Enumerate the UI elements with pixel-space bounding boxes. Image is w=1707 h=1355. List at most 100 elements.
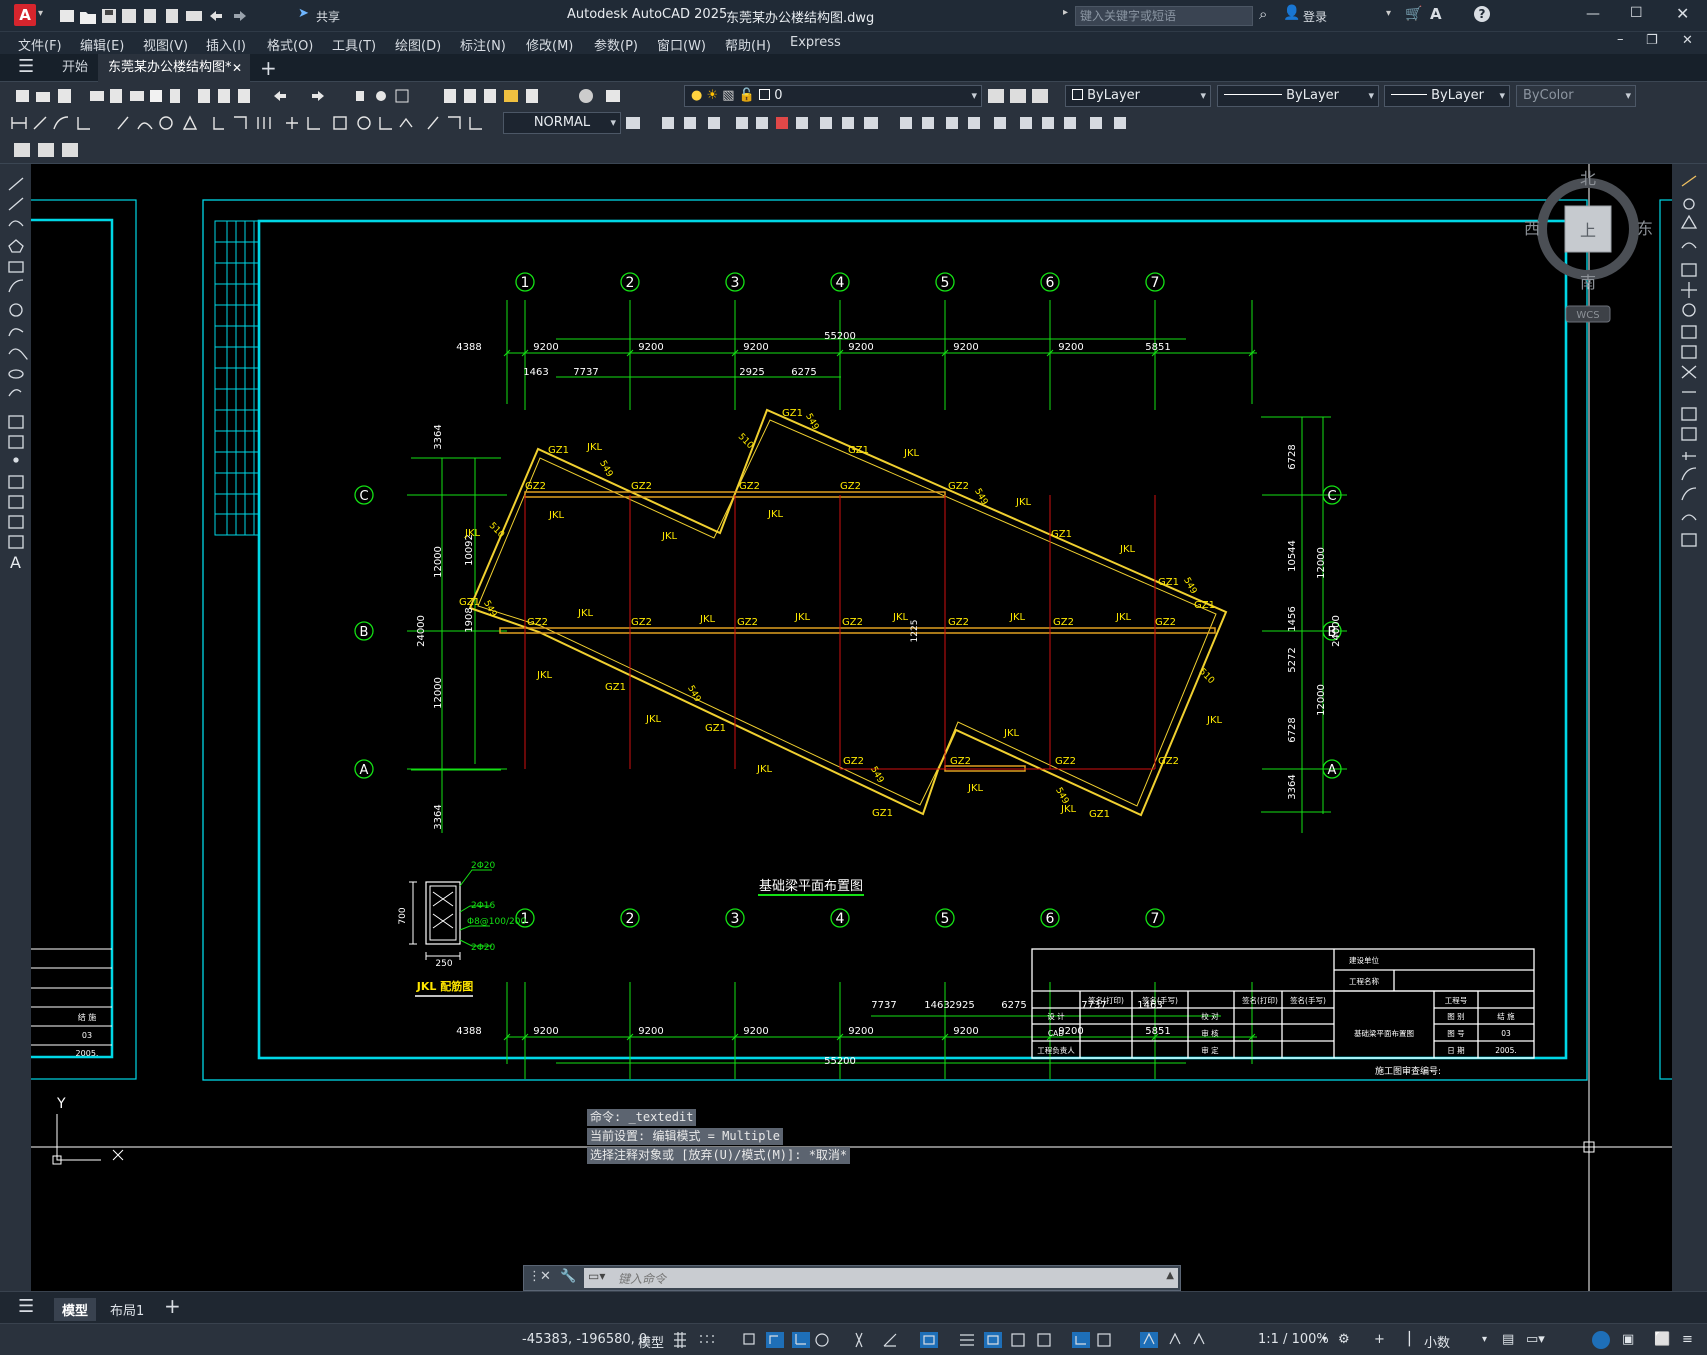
tb-approve: 审 定: [1201, 1045, 1219, 1055]
command-history-arrow-icon[interactable]: ▲: [1166, 1270, 1174, 1281]
menu-file[interactable]: 文件(F): [18, 35, 62, 54]
menu-insert[interactable]: 插入(I): [206, 35, 246, 54]
doc-close-button[interactable]: ✕: [1682, 33, 1693, 48]
settings-gear-icon[interactable]: ⚙: [1338, 1332, 1350, 1347]
command-prompt-icon[interactable]: ▭▾: [588, 1269, 605, 1283]
maximize-button[interactable]: ☐: [1630, 5, 1643, 21]
fullscreen-icon[interactable]: ⬜: [1654, 1332, 1670, 1347]
doc-minimize-button[interactable]: –: [1617, 32, 1624, 47]
plus-icon[interactable]: +: [1374, 1332, 1385, 1347]
dim-top2-2: 2925: [739, 367, 764, 378]
plotstyle-dropdown[interactable]: ByColor ▾: [1516, 85, 1636, 107]
tab-model[interactable]: 模型: [54, 1298, 97, 1321]
menu-modify[interactable]: 修改(M): [526, 35, 573, 54]
menu-help[interactable]: 帮助(H): [725, 35, 771, 54]
cart-icon[interactable]: 🛒: [1405, 6, 1422, 22]
login-dropdown-icon[interactable]: ▾: [1386, 8, 1391, 19]
menu-format[interactable]: 格式(O): [267, 35, 313, 54]
tb-check: 校 对: [1201, 1011, 1219, 1021]
menu-parametric[interactable]: 参数(P): [594, 35, 638, 54]
drawing-svg[interactable]: 结 施 03 2005. 11223344556677C CB BA A4388438…: [9, 164, 1701, 1291]
lineweight-dropdown[interactable]: ByLayer ▾: [1384, 85, 1510, 107]
share-button[interactable]: 共享: [316, 8, 340, 25]
jkl-label-14: JKL: [1003, 728, 1020, 739]
draw-toolbar-icons[interactable]: A: [0, 164, 31, 634]
login-button[interactable]: 登录: [1303, 8, 1327, 25]
tab-close-icon[interactable]: ✕: [232, 54, 242, 82]
command-history-line-1: 命令: _textedit: [587, 1109, 697, 1126]
linetype-dropdown[interactable]: ByLayer ▾: [1217, 85, 1379, 107]
dim-left-0: 3364: [433, 424, 444, 449]
command-input[interactable]: ▭▾ 键入命令 ▲: [584, 1268, 1178, 1288]
layout-menu-icon[interactable]: ☰: [18, 1296, 34, 1317]
section-mid-rebar: 2Φ16: [471, 901, 496, 911]
menu-draw[interactable]: 绘图(D): [395, 35, 441, 54]
modify-toolbar-icons[interactable]: [624, 113, 1144, 133]
dimstyle-dropdown[interactable]: NORMAL ▾: [503, 112, 621, 134]
dim-bottom2-0: 7737: [871, 1000, 896, 1011]
tab-document[interactable]: 东莞某办公楼结构图* ✕: [98, 54, 250, 82]
autocad-logo[interactable]: A: [14, 4, 36, 26]
tb-sign-hand-1: 签名(手写): [1142, 995, 1178, 1005]
tab-start[interactable]: 开始: [52, 54, 98, 82]
units-value[interactable]: 小数: [1424, 1332, 1450, 1351]
isolate-icon[interactable]: [1592, 1331, 1610, 1349]
units-dropdown-icon[interactable]: ▾: [1482, 1334, 1487, 1345]
dim-right-0: 6728: [1287, 444, 1298, 469]
axis-label-5: 5: [941, 911, 950, 927]
hamburger-menu-icon[interactable]: ☰: [18, 56, 34, 77]
extra-toolbar-icons[interactable]: [12, 140, 82, 160]
add-layout-plus-icon[interactable]: +: [164, 1294, 181, 1318]
dim-top-4: 9200: [848, 342, 873, 353]
command-close-icon[interactable]: ✕: [540, 1269, 551, 1284]
cursor-coordinates[interactable]: -45383, -196580, 0: [522, 1332, 647, 1347]
lock-icon: 🔓: [738, 88, 755, 103]
modify-toolbar-icons-right[interactable]: [1672, 164, 1707, 584]
tab-layout1[interactable]: 布局1: [102, 1298, 152, 1321]
standard-toolbar: ● ☀ ▧ 🔓 0 ▾ ByLayer ▾ ByLayer ▾ ByLayer …: [0, 82, 1707, 110]
color-dropdown[interactable]: ByLayer ▾: [1065, 85, 1211, 107]
dim-bottom2-2: 2925: [949, 1000, 974, 1011]
annotation-scale[interactable]: 1:1 / 100%: [1258, 1332, 1329, 1347]
model-space-button[interactable]: 模型: [638, 1332, 664, 1351]
standard-toolbar-icons[interactable]: [6, 86, 656, 106]
label-11: GZ1: [872, 808, 893, 819]
new-tab-plus-icon[interactable]: +: [260, 56, 277, 80]
app-menu-chevron-icon[interactable]: ▾: [38, 8, 43, 19]
drawing-canvas[interactable]: 结 施 03 2005. 1 1 2 2 3 3 4 4 5 5 6 6 7 7 C C B B A A 4388 438…: [9, 164, 1701, 1291]
color-swatch: [1072, 89, 1083, 100]
doc-restore-button[interactable]: ❐: [1646, 33, 1658, 48]
search-expand-icon[interactable]: ▸: [1063, 7, 1068, 18]
dim549-2: 549: [972, 487, 989, 507]
command-input-bar[interactable]: ⋮ ✕ 🔧 ▭▾ 键入命令 ▲: [523, 1265, 1181, 1291]
menu-bar: 文件(F) 编辑(E) 视图(V) 插入(I) 格式(O) 工具(T) 绘图(D…: [0, 32, 1707, 54]
clean-screen-icon[interactable]: ▣: [1622, 1332, 1634, 1347]
dim-left-2: 12000: [433, 677, 444, 709]
status-toggle-icons[interactable]: [670, 1330, 1230, 1350]
menu-express[interactable]: Express: [790, 35, 841, 50]
properties-icon[interactable]: ▤: [1502, 1332, 1514, 1347]
linetype-value: ByLayer: [1286, 88, 1339, 103]
menu-view[interactable]: 视图(V): [143, 35, 188, 54]
search-icon[interactable]: ⌕: [1259, 5, 1267, 23]
dimension-toolbar-icons[interactable]: [8, 113, 498, 133]
menu-dimension[interactable]: 标注(N): [460, 35, 506, 54]
customize-icon[interactable]: ≡: [1682, 1332, 1693, 1347]
menu-edit[interactable]: 编辑(E): [80, 35, 124, 54]
workspace-icon[interactable]: ▭▾: [1526, 1332, 1545, 1347]
menu-tools[interactable]: 工具(T): [332, 35, 376, 54]
menu-window[interactable]: 窗口(W): [657, 35, 706, 54]
minimize-button[interactable]: —: [1586, 6, 1600, 22]
jkl-label-5: JKL: [699, 614, 716, 625]
user-icon[interactable]: 👤: [1283, 5, 1300, 21]
search-input[interactable]: 键入关键字或短语: [1075, 6, 1253, 26]
close-button[interactable]: ✕: [1676, 4, 1689, 23]
layer-tools-icons[interactable]: [986, 86, 1056, 106]
jkl-label-15: JKL: [1060, 804, 1077, 815]
layer-dropdown[interactable]: ● ☀ ▧ 🔓 0 ▾: [684, 85, 982, 107]
autodesk-app-icon[interactable]: A: [1430, 5, 1442, 23]
command-customize-icon[interactable]: 🔧: [560, 1269, 576, 1284]
scale-dropdown-icon[interactable]: ▾: [1322, 1334, 1327, 1345]
help-icon[interactable]: ?: [1474, 6, 1490, 22]
share-icon[interactable]: ➤: [298, 6, 309, 21]
